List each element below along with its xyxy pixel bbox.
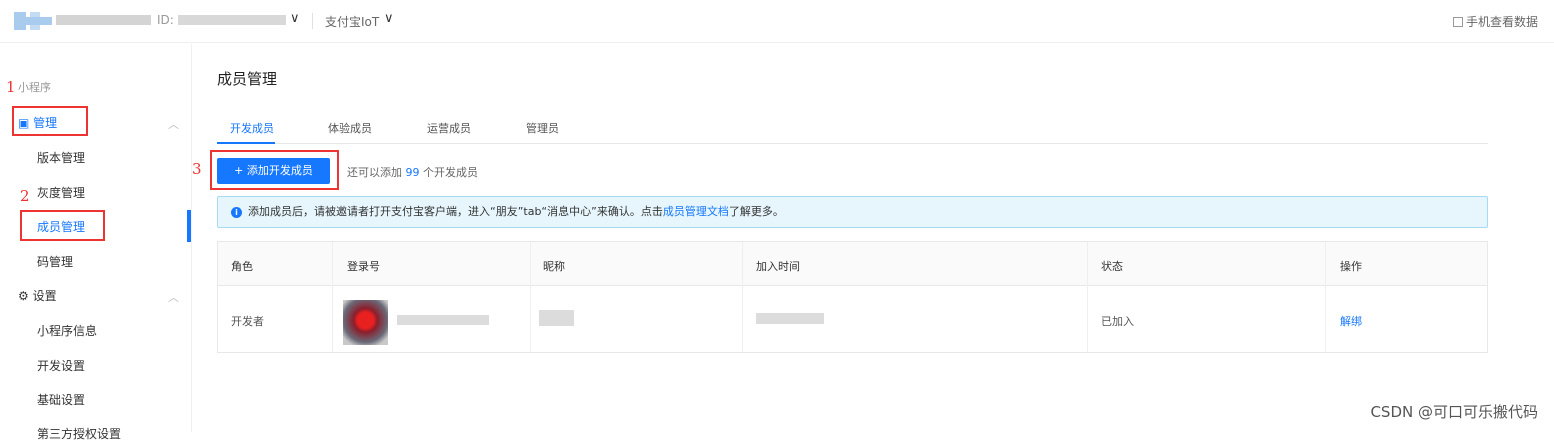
member-table: 角色 登录号 昵称 加入时间 状态 操作 开发者 已加入 解绑 — [217, 241, 1488, 353]
col-login: 登录号 — [347, 260, 380, 273]
cell-status: 已加入 — [1101, 315, 1134, 328]
active-indicator — [187, 210, 191, 242]
member-doc-link[interactable]: 成员管理文档 — [663, 205, 729, 218]
col-nickname: 昵称 — [543, 260, 565, 273]
annotation-number-2: 2 — [20, 187, 30, 205]
sidebar-item-dev-settings[interactable]: 开发设置 — [37, 357, 85, 374]
annotation-box-2 — [20, 210, 105, 241]
page-title: 成员管理 — [217, 70, 278, 88]
sidebar-item-basic-settings[interactable]: 基础设置 — [37, 391, 85, 408]
divider — [312, 13, 313, 29]
col-status: 状态 — [1101, 260, 1123, 273]
watermark: CSDN @可口可乐搬代码 — [1370, 403, 1538, 421]
chevron-up-icon[interactable]: ︿ — [168, 289, 179, 305]
mobile-view-link[interactable]: 手机查看数据 — [1452, 13, 1538, 30]
col-join-time: 加入时间 — [756, 260, 800, 273]
sidebar-section-title: 小程序 — [18, 81, 51, 94]
id-label: ID: — [157, 13, 174, 27]
member-tabs: 开发成员 体验成员 运营成员 管理员 — [217, 118, 1488, 144]
app-switch-chevron-icon[interactable]: ∨ — [290, 11, 300, 26]
tab-admins[interactable]: 管理员 — [526, 120, 559, 136]
cell-role: 开发者 — [231, 315, 264, 328]
join-time-redacted — [756, 313, 824, 324]
sidebar-group-label: 设置 — [32, 289, 57, 303]
tab-dev-members[interactable]: 开发成员 — [230, 120, 274, 136]
col-action: 操作 — [1340, 260, 1362, 273]
quota-prefix: 还可以添加 — [347, 166, 402, 179]
avatar — [343, 300, 388, 345]
sidebar-item-grayscale[interactable]: 灰度管理 — [37, 184, 85, 201]
platform-chevron-icon[interactable]: ∨ — [384, 11, 394, 26]
app-id-redacted — [178, 15, 286, 25]
annotation-number-3: 3 — [192, 160, 202, 178]
info-icon: i — [231, 207, 242, 218]
quota-count: 99 — [405, 166, 420, 179]
sidebar-group-settings[interactable]: ⚙ 设置 — [18, 287, 57, 304]
sidebar-item-code[interactable]: 码管理 — [37, 253, 73, 270]
quota-suffix: 个开发成员 — [423, 166, 478, 179]
mobile-view-label: 手机查看数据 — [1465, 15, 1538, 29]
column-divider — [742, 242, 743, 352]
table-header — [218, 242, 1487, 286]
alert-text-after: 了解更多。 — [728, 205, 784, 218]
nickname-redacted — [539, 310, 574, 326]
app-logo — [14, 12, 52, 30]
active-tab-indicator — [217, 142, 275, 144]
column-divider — [530, 242, 531, 352]
sidebar-item-third-party-auth[interactable]: 第三方授权设置 — [37, 425, 121, 442]
annotation-number-1: 1 — [6, 78, 16, 96]
annotation-box-1 — [12, 106, 88, 136]
add-dev-member-button[interactable]: + 添加开发成员 — [217, 158, 330, 184]
column-divider — [1325, 242, 1326, 352]
unbind-link[interactable]: 解绑 — [1340, 313, 1362, 329]
member-quota: 还可以添加 99 个开发成员 — [347, 164, 478, 180]
info-alert: i 添加成员后，请被邀请者打开支付宝客户端，进入“朋友”tab“消息中心”来确认… — [217, 196, 1488, 228]
sidebar-item-app-info[interactable]: 小程序信息 — [37, 322, 97, 339]
col-role: 角色 — [231, 260, 253, 273]
tab-ops-members[interactable]: 运营成员 — [427, 120, 471, 136]
top-bar: ID: ∨ 支付宝IoT ∨ 手机查看数据 — [0, 0, 1554, 43]
column-divider — [332, 242, 333, 352]
column-divider — [1087, 242, 1088, 352]
platform-selector[interactable]: 支付宝IoT — [325, 13, 379, 30]
alert-text: 添加成员后，请被邀请者打开支付宝客户端，进入“朋友”tab“消息中心”来确认。点… — [248, 205, 663, 218]
tab-trial-members[interactable]: 体验成员 — [328, 120, 372, 136]
login-redacted — [397, 315, 489, 325]
chevron-up-icon[interactable]: ︿ — [168, 116, 179, 132]
app-name-redacted — [56, 15, 151, 25]
qrcode-icon — [1452, 17, 1463, 27]
gear-icon: ⚙ — [18, 289, 29, 303]
sidebar-item-version[interactable]: 版本管理 — [37, 149, 85, 166]
platform-label: 支付宝IoT — [325, 15, 380, 29]
